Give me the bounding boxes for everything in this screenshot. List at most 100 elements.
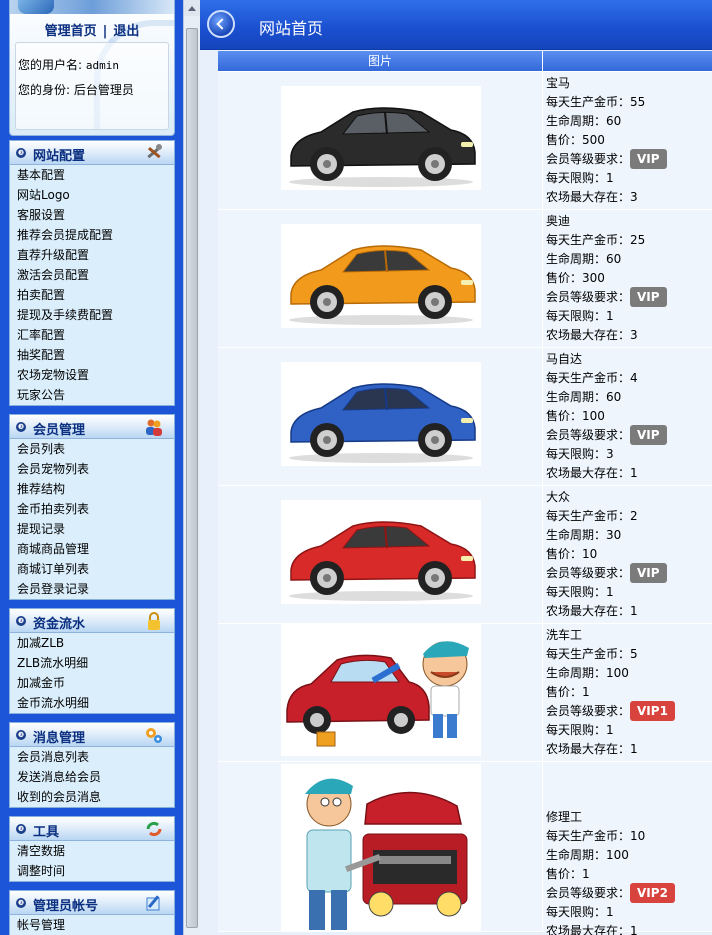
items-table: 图片 宝马 每天生产金币：55 生命周期：60 售价：500 会员等级要求： VIP 每天限…: [218, 51, 712, 935]
menu-item[interactable]: 提现及手续费配置: [10, 305, 174, 325]
menu-group-header[interactable]: ❸ 资金流水: [10, 609, 174, 633]
bullet-icon: ❸: [16, 148, 26, 158]
menu-item[interactable]: 基本配置: [10, 165, 174, 185]
menu-item[interactable]: 抽奖配置: [10, 345, 174, 365]
menu-item[interactable]: 调整时间: [10, 861, 174, 881]
menu-item[interactable]: 发送消息给会员: [10, 767, 174, 787]
menu-group-header[interactable]: ❸ 会员管理: [10, 415, 174, 439]
menu-item[interactable]: 推荐会员提成配置: [10, 225, 174, 245]
menu-item[interactable]: 清空数据: [10, 841, 174, 861]
menu-item[interactable]: 会员登录记录: [10, 579, 174, 599]
scroll-up-arrow-icon[interactable]: [184, 0, 200, 16]
user-info-box: 管理首页 | 退出 您的用户名: admin 您的身份: 后台管理员: [9, 0, 175, 136]
vip-badge: VIP: [630, 148, 667, 169]
username-line: 您的用户名: admin: [18, 56, 119, 73]
farm-max: 农场最大存在：3: [546, 328, 638, 342]
menu-item[interactable]: 商城商品管理: [10, 539, 174, 559]
level-requirement: 会员等级要求： VIP2: [546, 882, 712, 903]
info-cell: 奥迪 每天生产金币：25 生命周期：60 售价：300 会员等级要求： VIP 每天限购：1…: [546, 212, 712, 345]
menu-item[interactable]: ZLB流水明细: [10, 653, 174, 673]
menu-item[interactable]: 加减ZLB: [10, 633, 174, 653]
mechanic-image: [281, 764, 481, 932]
menu-group: ❸ 管理员帐号 帐号管理: [9, 890, 175, 935]
life-cycle: 生命周期：60: [546, 114, 622, 128]
back-arrow-icon[interactable]: [207, 10, 235, 38]
price: 售价：10: [546, 547, 598, 561]
daily-limit: 每天限购：1: [546, 309, 614, 323]
farm-max: 农场最大存在：1: [546, 924, 638, 935]
menu-item[interactable]: 农场宠物设置: [10, 365, 174, 385]
price: 售价：500: [546, 133, 605, 147]
info-cell: 马自达 每天生产金币：4 生命周期：60 售价：100 会员等级要求： VIP 每天限购：3…: [546, 350, 712, 483]
daily-gold: 每天生产金币：5: [546, 647, 638, 661]
menu-item[interactable]: 金币流水明细: [10, 693, 174, 713]
daily-limit: 每天限购：3: [546, 447, 614, 461]
bullet-icon: ❸: [16, 616, 26, 626]
daily-gold: 每天生产金币：25: [546, 233, 646, 247]
daily-gold: 每天生产金币：4: [546, 371, 638, 385]
gears-icon: [144, 725, 164, 745]
menu-group-title: 消息管理: [33, 731, 86, 746]
life-cycle: 生命周期：100: [546, 666, 629, 680]
menu-item[interactable]: 收到的会员消息: [10, 787, 174, 807]
farm-max: 农场最大存在：3: [546, 190, 638, 204]
menu-item[interactable]: 拍卖配置: [10, 285, 174, 305]
menu-group: ❸ 网站配置 基本配置 网站Logo 客服设置 推荐会员提成配置 直荐升级配置 激活会员配置拍…: [9, 140, 175, 406]
table-row: 洗车工 每天生产金币：5 生命周期：100 售价：1 会员等级要求： VIP1 每天限购：1…: [218, 624, 712, 762]
menu-item[interactable]: 玩家公告: [10, 385, 174, 405]
orange-car-image: [281, 224, 481, 328]
item-name: 奥迪: [546, 214, 571, 228]
menu-item[interactable]: 客服设置: [10, 205, 174, 225]
image-cell: [218, 210, 543, 347]
bullet-icon: ❸: [16, 730, 26, 740]
menu-item[interactable]: 加减金币: [10, 673, 174, 693]
menu-item[interactable]: 会员消息列表: [10, 747, 174, 767]
life-cycle: 生命周期：100: [546, 848, 629, 862]
lock-icon: [144, 611, 164, 631]
menu-item[interactable]: 会员宠物列表: [10, 459, 174, 479]
blue-car-image: [281, 362, 481, 466]
menu-item[interactable]: 推荐结构: [10, 479, 174, 499]
menu-item[interactable]: 商城订单列表: [10, 559, 174, 579]
menu-group-header[interactable]: ❸ 工具: [10, 817, 174, 841]
life-cycle: 生命周期：60: [546, 252, 622, 266]
daily-gold: 每天生产金币：2: [546, 509, 638, 523]
level-requirement: 会员等级要求： VIP: [546, 424, 712, 445]
menu-item[interactable]: 网站Logo: [10, 185, 174, 205]
sidebar-scrollbar[interactable]: [183, 0, 200, 935]
menu-item[interactable]: 会员列表: [10, 439, 174, 459]
menu-group-header[interactable]: ❸ 消息管理: [10, 723, 174, 747]
menu-item[interactable]: 激活会员配置: [10, 265, 174, 285]
home-link[interactable]: 管理首页: [45, 24, 97, 39]
menu-group: ❸ 资金流水 加减ZLB ZLB流水明细 加减金币 金币流水明细: [9, 608, 175, 714]
table-row: 大众 每天生产金币：2 生命周期：30 售价：10 会员等级要求： VIP 每天限购：1 农场…: [218, 486, 712, 624]
bullet-icon: ❸: [16, 898, 26, 908]
life-cycle: 生命周期：30: [546, 528, 622, 542]
image-cell: [218, 348, 543, 485]
table-header: 图片: [218, 51, 712, 72]
price: 售价：100: [546, 409, 605, 423]
item-name: 修理工: [546, 810, 583, 824]
menu-group-title: 资金流水: [33, 617, 86, 632]
menu-item[interactable]: 金币拍卖列表: [10, 499, 174, 519]
logout-link[interactable]: 退出: [113, 24, 139, 39]
username-label: 您的用户名:: [18, 58, 83, 72]
item-name: 宝马: [546, 76, 571, 90]
menu-item[interactable]: 直荐升级配置: [10, 245, 174, 265]
vip-badge: VIP: [630, 562, 667, 583]
daily-limit: 每天限购：1: [546, 171, 614, 185]
bullet-icon: ❸: [16, 422, 26, 432]
menu-group-header[interactable]: ❸ 网站配置: [10, 141, 174, 165]
item-name: 大众: [546, 490, 571, 504]
menu-item[interactable]: 汇率配置: [10, 325, 174, 345]
farm-max: 农场最大存在：1: [546, 604, 638, 618]
black-car-image: [281, 86, 481, 190]
scroll-thumb[interactable]: [186, 28, 198, 928]
bullet-icon: ❸: [16, 824, 26, 834]
menu-item[interactable]: 提现记录: [10, 519, 174, 539]
menu-item[interactable]: 帐号管理: [10, 915, 174, 935]
menu-group-header[interactable]: ❸ 管理员帐号: [10, 891, 174, 915]
username-value: admin: [85, 59, 119, 72]
edit-icon: [144, 893, 164, 913]
top-links: 管理首页 | 退出: [10, 20, 174, 39]
